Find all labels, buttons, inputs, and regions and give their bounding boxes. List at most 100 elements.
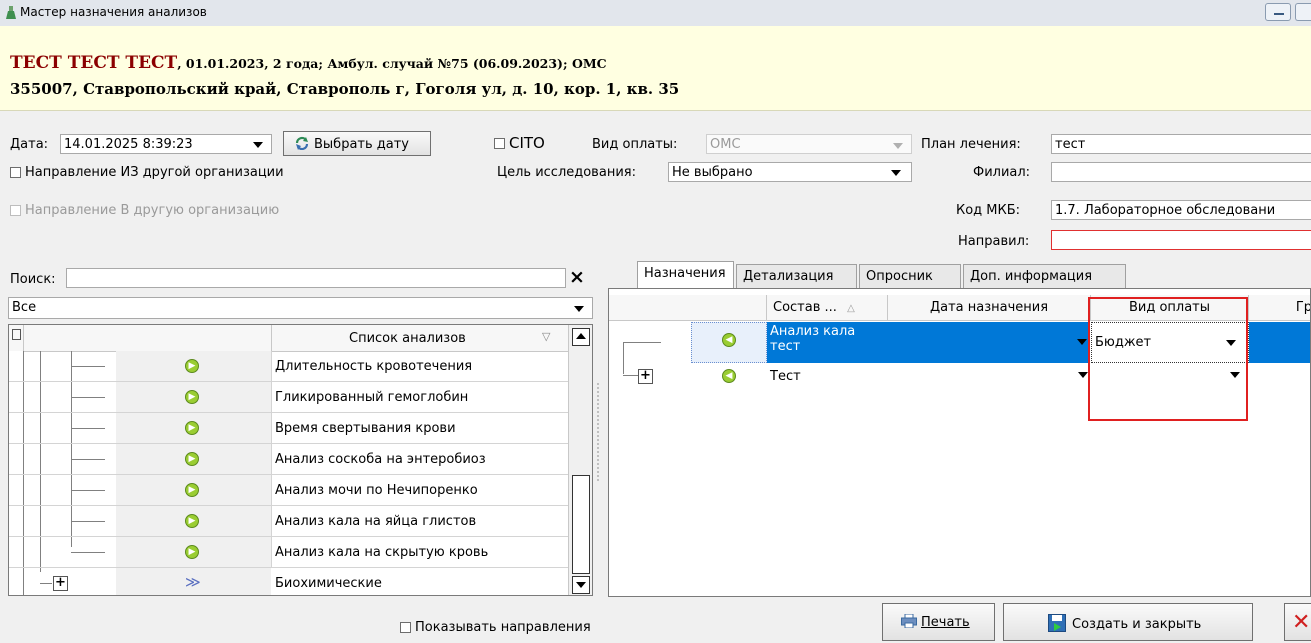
go-arrow-icon[interactable]: ▶	[185, 545, 199, 559]
list-item-label: Анализ кала на скрытую кровь	[275, 545, 489, 560]
list-item[interactable]: ▶ Время свертывания крови	[9, 413, 568, 444]
save-icon	[1048, 614, 1066, 632]
list-item[interactable]: ▶ Анализ кала на яйца глистов	[9, 506, 568, 537]
date-label: Дата:	[10, 137, 49, 152]
scroll-thumb[interactable]	[572, 475, 590, 574]
clear-search-icon[interactable]: ×	[569, 266, 585, 288]
composition-cell[interactable]: Тест	[770, 369, 801, 384]
chevron-down-icon[interactable]	[893, 143, 903, 149]
go-arrow-icon[interactable]: ▶	[185, 514, 199, 528]
expand-icon[interactable]: +	[53, 576, 68, 591]
search-label: Поиск:	[10, 272, 56, 287]
cito-checkbox[interactable]: CITO	[494, 134, 545, 152]
close-button[interactable]: ✕	[1284, 603, 1311, 641]
filter-icon[interactable]: ▽	[542, 330, 550, 343]
list-item-label: Время свертывания крови	[275, 421, 456, 436]
composition-line2: тест	[770, 339, 801, 354]
payment-label: Вид оплаты:	[592, 137, 678, 152]
plan-value: тест	[1055, 137, 1086, 152]
filter-select[interactable]: Все	[8, 297, 593, 319]
go-arrow-icon[interactable]: ▶	[185, 359, 199, 373]
grid-header-composition[interactable]: Состав ... △	[767, 295, 888, 321]
branch-field[interactable]	[1051, 162, 1311, 182]
payment-select[interactable]: ОМС	[706, 134, 912, 154]
patient-banner: ТЕСТ ТЕСТ ТЕСТ, 01.01.2023, 2 года; Амбу…	[0, 26, 1311, 111]
create-close-button[interactable]: Создать и закрыть	[1003, 603, 1253, 641]
tab-label: Назначения	[644, 266, 726, 281]
print-button[interactable]: Печать	[882, 603, 995, 641]
date-field[interactable]: 14.01.2025 8:39:23	[60, 134, 272, 154]
chevron-down-icon[interactable]	[253, 142, 263, 148]
list-item-label: Анализ кала на яйца глистов	[275, 514, 477, 529]
go-arrow-icon[interactable]: ▶	[185, 421, 199, 435]
tab-questionnaire[interactable]: Опросник	[859, 264, 961, 288]
tab-assignments[interactable]: Назначения	[637, 261, 734, 289]
list-item[interactable]: ▶ Гликированный гемоглобин	[9, 382, 568, 413]
minimize-button[interactable]	[1265, 3, 1291, 21]
go-arrow-icon[interactable]: ◀	[722, 369, 736, 383]
mkb-label: Код МКБ:	[956, 203, 1021, 218]
maximize-button[interactable]	[1295, 3, 1311, 21]
tab-label: Доп. информация	[970, 269, 1093, 284]
analysis-list-header-label: Список анализов	[349, 331, 466, 346]
double-arrow-icon: ≫	[185, 573, 201, 591]
analysis-list-header: Список анализов ▽	[9, 325, 568, 352]
chevron-down-icon[interactable]	[1078, 372, 1088, 378]
go-arrow-icon[interactable]: ▶	[185, 390, 199, 404]
list-item[interactable]: ▶ Анализ соскоба на энтеробиоз	[9, 444, 568, 475]
header-label: Гр	[1295, 300, 1311, 315]
show-directions-checkbox[interactable]: Показывать направления	[400, 620, 591, 635]
show-directions-check-box[interactable]	[400, 622, 411, 633]
analysis-list-grid: Список анализов ▽ ▶ Длительность кровотеч…	[8, 324, 593, 596]
expand-icon[interactable]: +	[638, 369, 653, 384]
mkb-field[interactable]: 1.7. Лабораторное обследовани	[1051, 200, 1311, 220]
group-cell[interactable]	[1249, 322, 1310, 363]
list-item[interactable]: ▶ Анализ мочи по Нечипоренко	[9, 475, 568, 506]
from-org-label: Направление ИЗ другой организации	[25, 165, 284, 180]
mkb-value: 1.7. Лабораторное обследовани	[1055, 203, 1276, 218]
splitter-handle[interactable]	[596, 382, 600, 482]
scroll-down-button[interactable]	[572, 576, 590, 594]
composition-cell[interactable]: Анализ кала тест	[767, 322, 1089, 363]
flask-icon	[6, 6, 16, 19]
list-item-label: Анализ соскоба на энтеробиоз	[275, 452, 486, 467]
choose-date-button[interactable]: Выбрать дату	[283, 131, 431, 156]
go-arrow-icon[interactable]: ◀	[722, 333, 736, 347]
directed-field[interactable]	[1051, 230, 1311, 250]
choose-date-label: Выбрать дату	[314, 137, 410, 152]
list-item-label: Анализ мочи по Нечипоренко	[275, 483, 478, 498]
go-arrow-icon[interactable]: ▶	[185, 452, 199, 466]
list-item-label: Биохимические	[275, 576, 382, 591]
search-input[interactable]	[66, 268, 566, 288]
grid-header-group[interactable]: Гр	[1249, 295, 1311, 321]
cito-check-box[interactable]	[494, 138, 505, 149]
scroll-up-button[interactable]	[572, 328, 590, 346]
tab-additional-info[interactable]: Доп. информация	[963, 264, 1126, 288]
from-org-check-box[interactable]	[10, 167, 21, 178]
from-org-checkbox[interactable]: Направление ИЗ другой организации	[10, 165, 284, 180]
grid-header-date[interactable]: Дата назначения	[888, 295, 1091, 321]
chevron-down-icon[interactable]	[1077, 339, 1087, 345]
list-item-label: Гликированный гемоглобин	[275, 390, 469, 405]
go-arrow-icon[interactable]: ▶	[185, 483, 199, 497]
tab-details[interactable]: Детализация	[736, 264, 857, 288]
close-icon: ✕	[1292, 610, 1311, 635]
cito-label: CITO	[509, 134, 545, 152]
to-org-label: Направление В другую организацию	[25, 203, 280, 218]
chevron-down-icon[interactable]	[574, 306, 584, 312]
list-item-label: Длительность кровотечения	[275, 359, 473, 374]
patient-address: 355007, Ставропольский край, Ставрополь …	[10, 80, 680, 98]
list-item-group[interactable]: + ≫ Биохимические	[9, 568, 568, 595]
branch-label: Филиал:	[973, 165, 1031, 180]
patient-info: , 01.01.2023, 2 года; Амбул. случай №75 …	[177, 56, 607, 71]
scrollbar[interactable]	[568, 325, 592, 595]
to-org-check-box	[10, 205, 21, 216]
column-chooser-icon[interactable]	[9, 325, 24, 351]
purpose-select[interactable]: Не выбрано	[668, 162, 912, 182]
list-item[interactable]: ▶ Длительность кровотечения	[9, 351, 568, 382]
list-item[interactable]: ▶ Анализ кала на скрытую кровь	[9, 537, 568, 568]
plan-field[interactable]: тест	[1051, 134, 1311, 154]
plan-label: План лечения:	[921, 137, 1021, 152]
chevron-down-icon[interactable]	[891, 170, 901, 176]
filter-value: Все	[12, 300, 37, 315]
